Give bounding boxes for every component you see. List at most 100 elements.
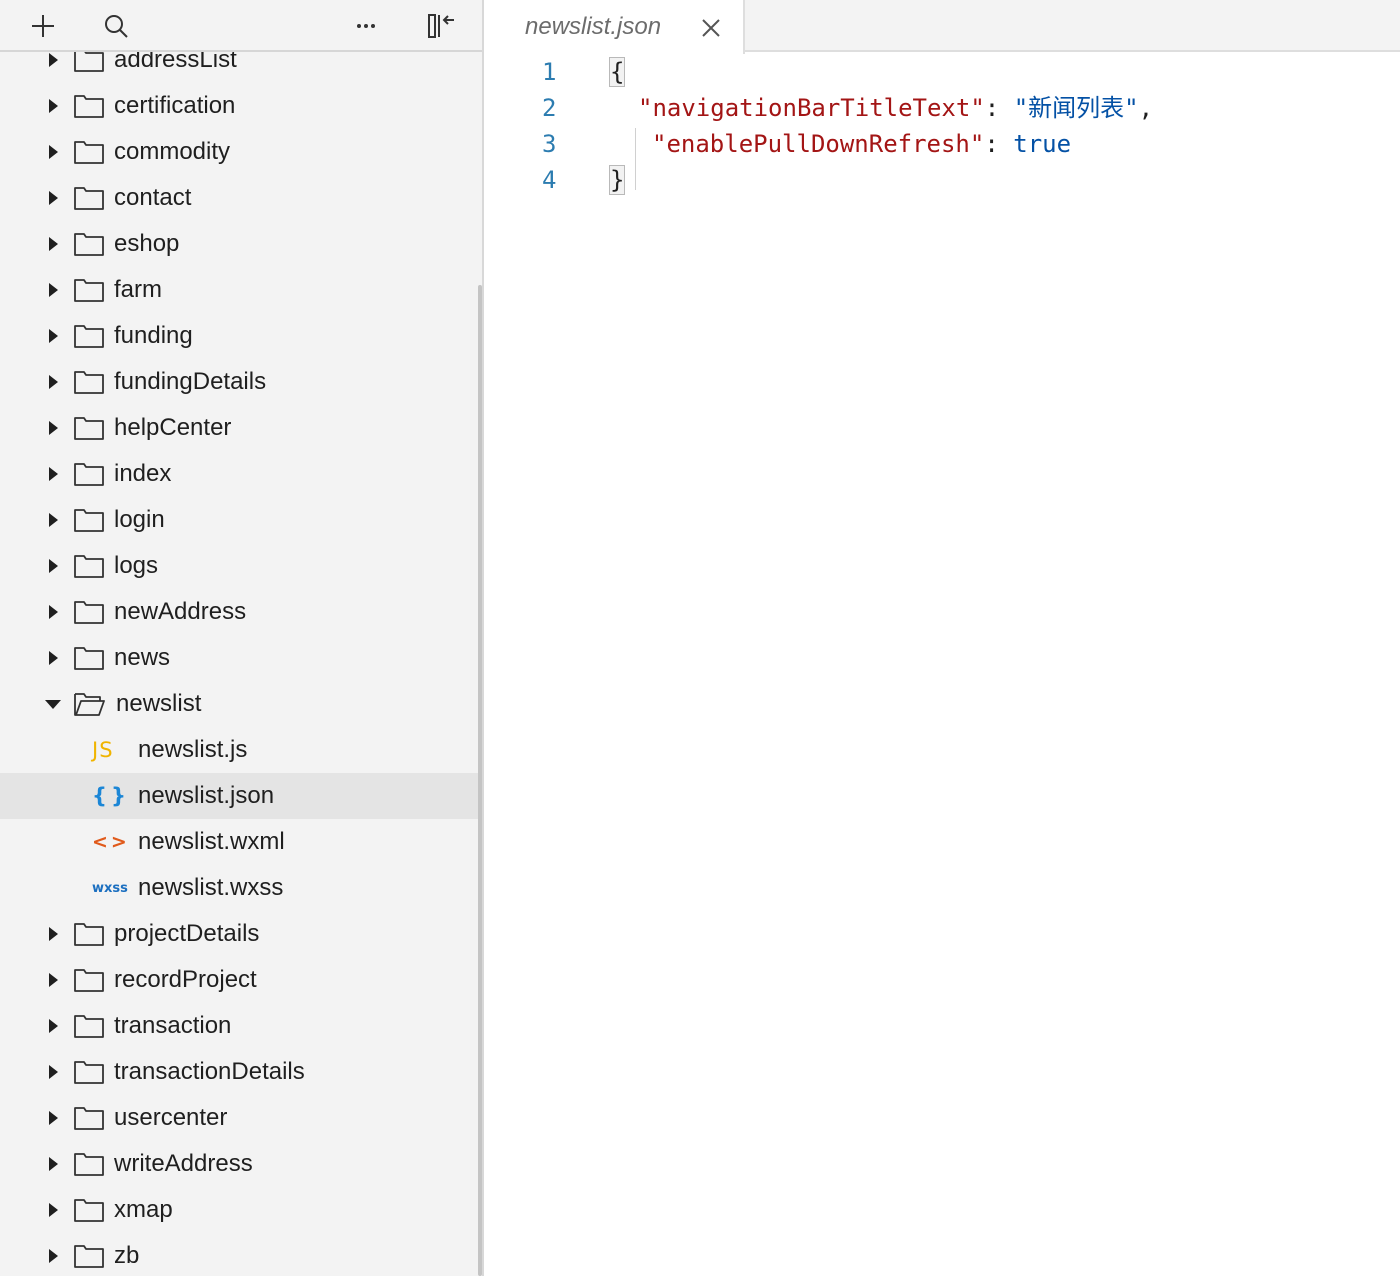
tree-file-newslist-json[interactable]: {} newslist.json <box>0 773 478 819</box>
tree-folder-fundingdetails[interactable]: fundingDetails <box>0 359 478 405</box>
tree-folder-usercenter[interactable]: usercenter <box>0 1095 478 1141</box>
tree-folder-newaddress[interactable]: newAddress <box>0 589 478 635</box>
caret-right-icon[interactable] <box>44 50 62 70</box>
tree-item-label: projectDetails <box>114 920 260 947</box>
close-icon[interactable] <box>700 17 722 39</box>
comma: , <box>1138 94 1154 122</box>
caret-right-icon[interactable] <box>44 418 62 438</box>
caret-right-icon[interactable] <box>44 602 62 622</box>
caret-right-icon[interactable] <box>44 1108 62 1128</box>
caret-right-icon[interactable] <box>44 1154 62 1174</box>
tree-folder-logs[interactable]: logs <box>0 543 478 589</box>
tree-item-label: newslist <box>116 690 202 717</box>
folder-icon <box>73 1151 105 1177</box>
colon: : <box>984 94 1000 122</box>
tab-title: newslist.json <box>525 13 662 40</box>
folder-icon <box>73 323 105 349</box>
code-line-2: "navigationBarTitleText": "新闻列表", <box>638 90 1153 126</box>
folder-icon <box>73 553 105 579</box>
json-boolean-value: true <box>1013 130 1072 158</box>
folder-icon <box>73 1013 105 1039</box>
line-number: 1 <box>542 58 557 86</box>
tree-folder-contact[interactable]: contact <box>0 175 478 221</box>
tree-folder-transactiondetails[interactable]: transactionDetails <box>0 1049 478 1095</box>
tree-folder-eshop[interactable]: eshop <box>0 221 478 267</box>
tree-item-label: farm <box>114 276 162 303</box>
tree-item-label: newslist.json <box>138 782 275 809</box>
tree-item-label: newslist.wxml <box>138 828 285 855</box>
js-file-icon: JS <box>92 738 114 762</box>
tree-item-label: contact <box>114 184 192 211</box>
tree-folder-farm[interactable]: farm <box>0 267 478 313</box>
caret-right-icon[interactable] <box>44 1246 62 1266</box>
tree-item-label: news <box>114 644 171 671</box>
tree-item-label: commodity <box>114 138 231 165</box>
folder-icon <box>73 645 105 671</box>
tree-folder-index[interactable]: index <box>0 451 478 497</box>
tree-folder-writeaddress[interactable]: writeAddress <box>0 1141 478 1187</box>
search-icon[interactable] <box>98 8 134 44</box>
tree-folder-certification[interactable]: certification <box>0 83 478 129</box>
tree-file-newslist-wxss[interactable]: wxss newslist.wxss <box>0 865 478 911</box>
json-key: "navigationBarTitleText" <box>638 94 985 122</box>
caret-down-icon[interactable] <box>44 694 62 714</box>
tree-folder-transaction[interactable]: transaction <box>0 1003 478 1049</box>
caret-right-icon[interactable] <box>44 924 62 944</box>
caret-right-icon[interactable] <box>44 510 62 530</box>
code-line-4: } <box>608 162 626 198</box>
caret-right-icon[interactable] <box>44 372 62 392</box>
folder-icon <box>73 185 105 211</box>
add-icon[interactable] <box>25 8 61 44</box>
collapse-sidebar-icon[interactable] <box>422 8 458 44</box>
caret-right-icon[interactable] <box>44 464 62 484</box>
caret-right-icon[interactable] <box>44 96 62 116</box>
sidebar-scrollbar[interactable] <box>478 285 482 1276</box>
wxss-file-icon: wxss <box>92 880 128 896</box>
caret-right-icon[interactable] <box>44 556 62 576</box>
folder-icon <box>73 1059 105 1085</box>
tree-item-label: eshop <box>114 230 180 257</box>
caret-right-icon[interactable] <box>44 1062 62 1082</box>
tree-folder-xmap[interactable]: xmap <box>0 1187 478 1233</box>
tree-folder-news[interactable]: news <box>0 635 478 681</box>
caret-right-icon[interactable] <box>44 280 62 300</box>
tree-item-label: zb <box>114 1242 140 1269</box>
caret-right-icon[interactable] <box>44 1016 62 1036</box>
caret-right-icon[interactable] <box>44 648 62 668</box>
tree-item-label: newslist.wxss <box>138 874 284 901</box>
open-brace: { <box>608 57 626 87</box>
tree-item-label: logs <box>114 552 159 579</box>
caret-right-icon[interactable] <box>44 142 62 162</box>
folder-icon <box>73 369 105 395</box>
folder-icon <box>73 277 105 303</box>
tree-folder-newslist[interactable]: newslist <box>0 681 478 727</box>
json-file-icon: {} <box>92 784 130 808</box>
more-icon[interactable] <box>348 8 384 44</box>
caret-right-icon[interactable] <box>44 326 62 346</box>
tree-folder-login[interactable]: login <box>0 497 478 543</box>
tree-file-newslist-wxml[interactable]: <> newslist.wxml <box>0 819 478 865</box>
caret-right-icon[interactable] <box>44 234 62 254</box>
tree-item-label: usercenter <box>114 1104 228 1131</box>
tab-newslist-json[interactable]: newslist.json <box>486 0 745 54</box>
tree-folder-commodity[interactable]: commodity <box>0 129 478 175</box>
caret-right-icon[interactable] <box>44 188 62 208</box>
folder-icon <box>73 507 105 533</box>
wxml-file-icon: <> <box>92 831 130 853</box>
tree-item-label: xmap <box>114 1196 173 1223</box>
file-tree: addressList certification commodity contact… <box>0 37 478 1276</box>
tree-folder-zb[interactable]: zb <box>0 1233 478 1276</box>
tree-item-label: helpCenter <box>114 414 232 441</box>
explorer-toolbar <box>0 0 482 52</box>
caret-right-icon[interactable] <box>44 970 62 990</box>
json-string-value: "新闻列表" <box>1013 94 1139 122</box>
tree-folder-funding[interactable]: funding <box>0 313 478 359</box>
tree-folder-projectdetails[interactable]: projectDetails <box>0 911 478 957</box>
tree-folder-helpcenter[interactable]: helpCenter <box>0 405 478 451</box>
tree-folder-recordproject[interactable]: recordProject <box>0 957 478 1003</box>
caret-right-icon[interactable] <box>44 1200 62 1220</box>
tree-file-newslist-js[interactable]: JS newslist.js <box>0 727 478 773</box>
line-number: 3 <box>542 130 557 158</box>
folder-icon <box>73 93 105 119</box>
code-editor[interactable]: 1 2 3 4 { "navigationBarTitleText": "新闻列… <box>486 54 1400 1276</box>
